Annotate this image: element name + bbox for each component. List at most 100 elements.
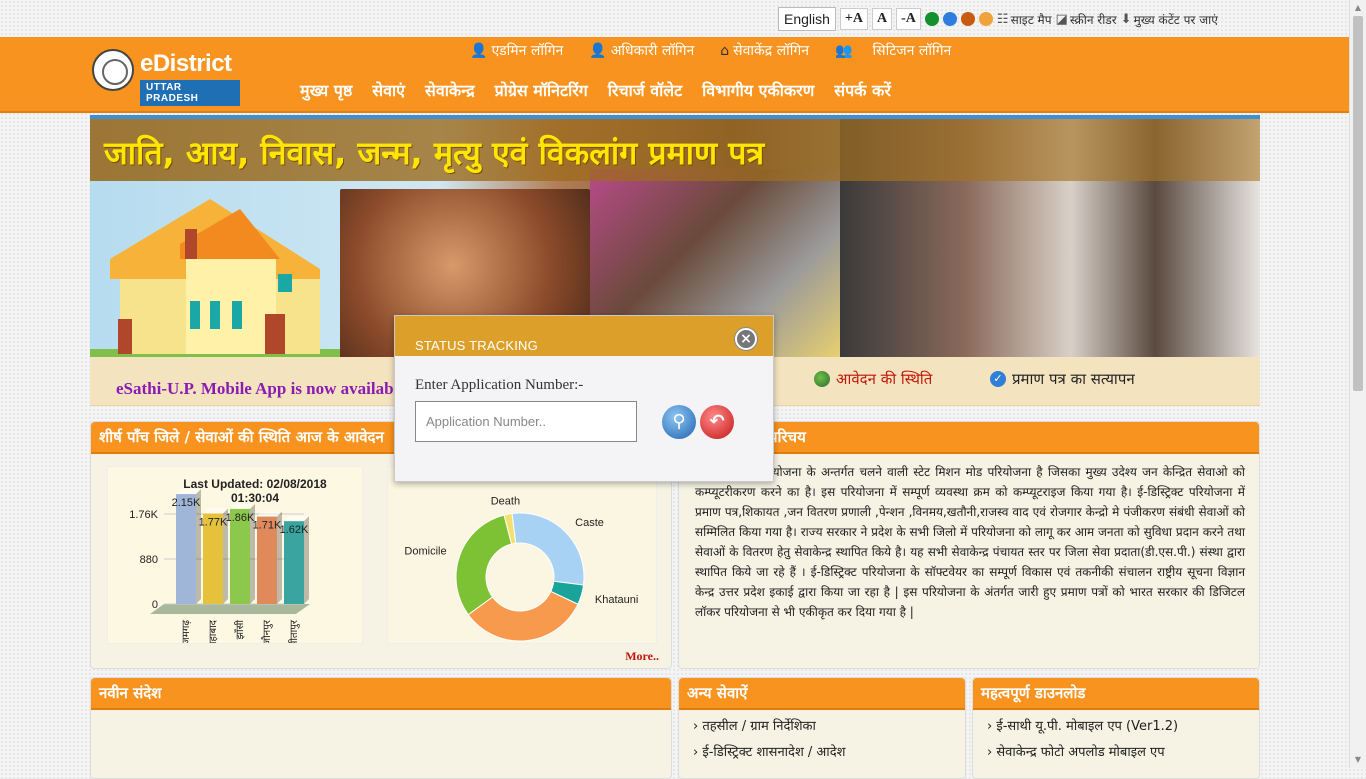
sitemap-link[interactable]: ☷ साइट मैप (997, 11, 1052, 28)
y-tick-label: 0 (152, 599, 158, 611)
skip-content-label: मुख्य कंटेंट पर जाएं (1133, 12, 1218, 27)
admin-user-icon: 👤 (470, 42, 488, 59)
ticker-text[interactable]: eSathi-U.P. Mobile App is now available (116, 379, 406, 399)
news-panel: नवीन संदेश (90, 677, 672, 779)
donut-chart-svg: Last Updated: 02/08/2018 01:30:04CasteKh… (404, 467, 638, 642)
downloads-panel: महत्वपूर्ण डाउनलोड › ई-साथी यू.पी. मोबाइ… (972, 677, 1260, 779)
downloads-title: महत्वपूर्ण डाउनलोड (973, 678, 1259, 710)
scroll-thumb[interactable] (1353, 16, 1363, 391)
theme-green-button[interactable] (924, 12, 939, 26)
site-header: eDistrict UTTAR PRADESH 👤 एडमिन लॉगिन 👤 … (0, 37, 1350, 113)
application-number-label: Enter Application Number:- (415, 377, 584, 393)
intro-title-text: परिचय (769, 428, 806, 446)
search-icon[interactable]: ⚲ (662, 405, 696, 439)
login-links: 👤 एडमिन लॉगिन 👤 अधिकारी लॉगिन ⌂ सेवाकेंद… (470, 41, 951, 60)
citizen-group-icon: 👥 (835, 42, 853, 59)
donut-slice[interactable] (455, 514, 513, 616)
downloads-list: › ई-साथी यू.पी. मोबाइल एप (Ver1.2) › सेव… (973, 710, 1259, 770)
category-label: झाँसी (234, 620, 246, 640)
font-decrease-button[interactable]: -A (896, 8, 921, 30)
nav-progress-monitoring[interactable]: प्रोग्रेस मॉनिटरिंग (495, 79, 588, 101)
y-tick-label: 880 (140, 554, 158, 566)
application-status-label: आवेदन की स्थिति (836, 370, 933, 388)
sitemap-label: साइट मैप (1010, 12, 1052, 27)
logo-subtitle: UTTAR PRADESH (140, 80, 240, 106)
sitemap-icon: ☷ (996, 11, 1009, 27)
list-item[interactable]: › तहसील / ग्राम निर्देशिका (693, 714, 951, 740)
theme-brown-button[interactable] (960, 12, 975, 26)
scroll-down-icon[interactable]: ▼ (1350, 752, 1366, 768)
modal-title: STATUS TRACKING (415, 338, 538, 353)
bar-data-label: 2.15K (172, 497, 201, 509)
nav-services[interactable]: सेवाएं (372, 79, 405, 101)
donut-slice-label: Caste (575, 517, 604, 529)
list-item[interactable]: › ई-साथी यू.पी. मोबाइल एप (Ver1.2) (987, 714, 1245, 740)
category-label: इलाहाबाद (208, 619, 219, 643)
utility-bar: English +A A -A ☷ साइट मैप ◪ स्क्रीन रीड… (778, 6, 1218, 32)
district-bar-chart: Last Updated: 02/08/2018 01:30:04 1.76K 8… (107, 466, 363, 644)
certificate-verification-link[interactable]: ✓ प्रमाण पत्र का सत्यापन (990, 369, 1135, 389)
admin-login-link[interactable]: 👤 एडमिन लॉगिन (470, 41, 563, 60)
donut-slice[interactable] (511, 512, 585, 586)
certificate-verification-label: प्रमाण पत्र का सत्यापन (1012, 370, 1135, 388)
screen-reader-label: स्क्रीन रीडर (1069, 12, 1117, 27)
back-arrow-icon[interactable]: ↶ (700, 405, 734, 439)
bar-data-label: 1.86K (226, 512, 255, 524)
citizen-login-link[interactable]: 👥 सिटिजन लॉगिन (835, 41, 951, 60)
admin-login-label: एडमिन लॉगिन (491, 43, 564, 59)
down-arrow-icon: ⬇ (1120, 11, 1132, 27)
skip-content-link[interactable]: ⬇ मुख्य कंटेंट पर जाएं (1121, 11, 1218, 28)
sevakendra-login-label: सेवाकेंद्र लॉगिन (733, 43, 810, 59)
nav-recharge-wallet[interactable]: रिचार्ज वॉलेट (608, 79, 682, 101)
nav-departmental-integration[interactable]: विभागीय एकीकरण (702, 79, 814, 101)
bar-data-label: 1.62K (280, 524, 309, 536)
house-illustration (90, 199, 350, 359)
edistrict-logo[interactable]: eDistrict UTTAR PRADESH (90, 46, 240, 106)
category-label: जौनपुर (261, 619, 273, 643)
donut-slice-label: Death (491, 495, 520, 507)
donut-slice-label: Khatauni (595, 594, 638, 606)
bar-data-label: 1.71K (253, 520, 282, 532)
other-services-list: › तहसील / ग्राम निर्देशिका › ई-डिस्ट्रिक… (679, 710, 965, 770)
page-scrollbar[interactable]: ▲ ▼ (1349, 0, 1366, 768)
list-item[interactable]: › ई-डिस्ट्रिक्ट शासनादेश / आदेश (693, 740, 951, 766)
service-donut-chart: Last Updated: 02/08/2018 01:30:04CasteKh… (387, 466, 657, 644)
font-increase-button[interactable]: +A (839, 8, 869, 30)
theme-blue-button[interactable] (942, 12, 957, 26)
check-icon: ✓ (990, 371, 1006, 387)
officer-login-label: अधिकारी लॉगिन (610, 43, 695, 59)
more-link[interactable]: More.. (625, 649, 659, 664)
application-number-input[interactable] (415, 401, 637, 442)
modal-header: STATUS TRACKING × (395, 316, 773, 356)
category-label: सीतापुर (288, 619, 300, 643)
list-item[interactable]: › सेवाकेन्द्र फोटो अपलोड मोबाइल एप (987, 740, 1245, 766)
nav-contact[interactable]: संपर्क करें (834, 79, 891, 101)
donut-slice-label: Domicile (404, 546, 446, 558)
scroll-up-icon[interactable]: ▲ (1350, 0, 1366, 16)
bar[interactable] (176, 494, 196, 604)
other-services-panel: अन्य सेवाऐं › तहसील / ग्राम निर्देशिका ›… (678, 677, 966, 779)
close-icon[interactable]: × (735, 328, 757, 350)
globe-icon (814, 371, 830, 387)
font-normal-button[interactable]: A (872, 8, 893, 30)
other-services-title: अन्य सेवाऐं (679, 678, 965, 710)
screen-reader-link[interactable]: ◪ स्क्रीन रीडर (1056, 11, 1117, 28)
language-button[interactable]: English (778, 7, 836, 31)
category-label: आजमगढ़ (181, 620, 192, 643)
officer-user-icon: 👤 (589, 42, 607, 59)
banner-title: जाति, आय, निवास, जन्म, मृत्यु एवं विकलां… (104, 134, 765, 172)
citizen-login-label: सिटिजन लॉगिन (872, 43, 952, 59)
nav-home[interactable]: मुख्य पृष्ठ (300, 79, 352, 101)
status-tracking-modal: STATUS TRACKING × Enter Application Numb… (394, 315, 774, 482)
chart-floor (150, 604, 310, 614)
application-status-link[interactable]: आवेदन की स्थिति (814, 369, 932, 389)
screen-reader-icon: ◪ (1055, 11, 1068, 27)
officer-login-link[interactable]: 👤 अधिकारी लॉगिन (589, 41, 694, 60)
nav-sevakendra[interactable]: सेवाकेन्द्र (425, 79, 475, 101)
sevakendra-login-link[interactable]: ⌂ सेवाकेंद्र लॉगिन (720, 41, 809, 60)
main-nav: मुख्य पृष्ठ सेवाएं सेवाकेन्द्र प्रोग्रेस… (300, 79, 891, 101)
up-emblem-icon (92, 49, 134, 91)
bar-chart-svg: 1.76K 880 0 2.15K आजमगढ़ 1.77K इलाहाबाद 1.86K झा… (129, 489, 310, 643)
theme-orange-button[interactable] (978, 12, 993, 26)
bar-data-label: 1.77K (199, 516, 228, 528)
